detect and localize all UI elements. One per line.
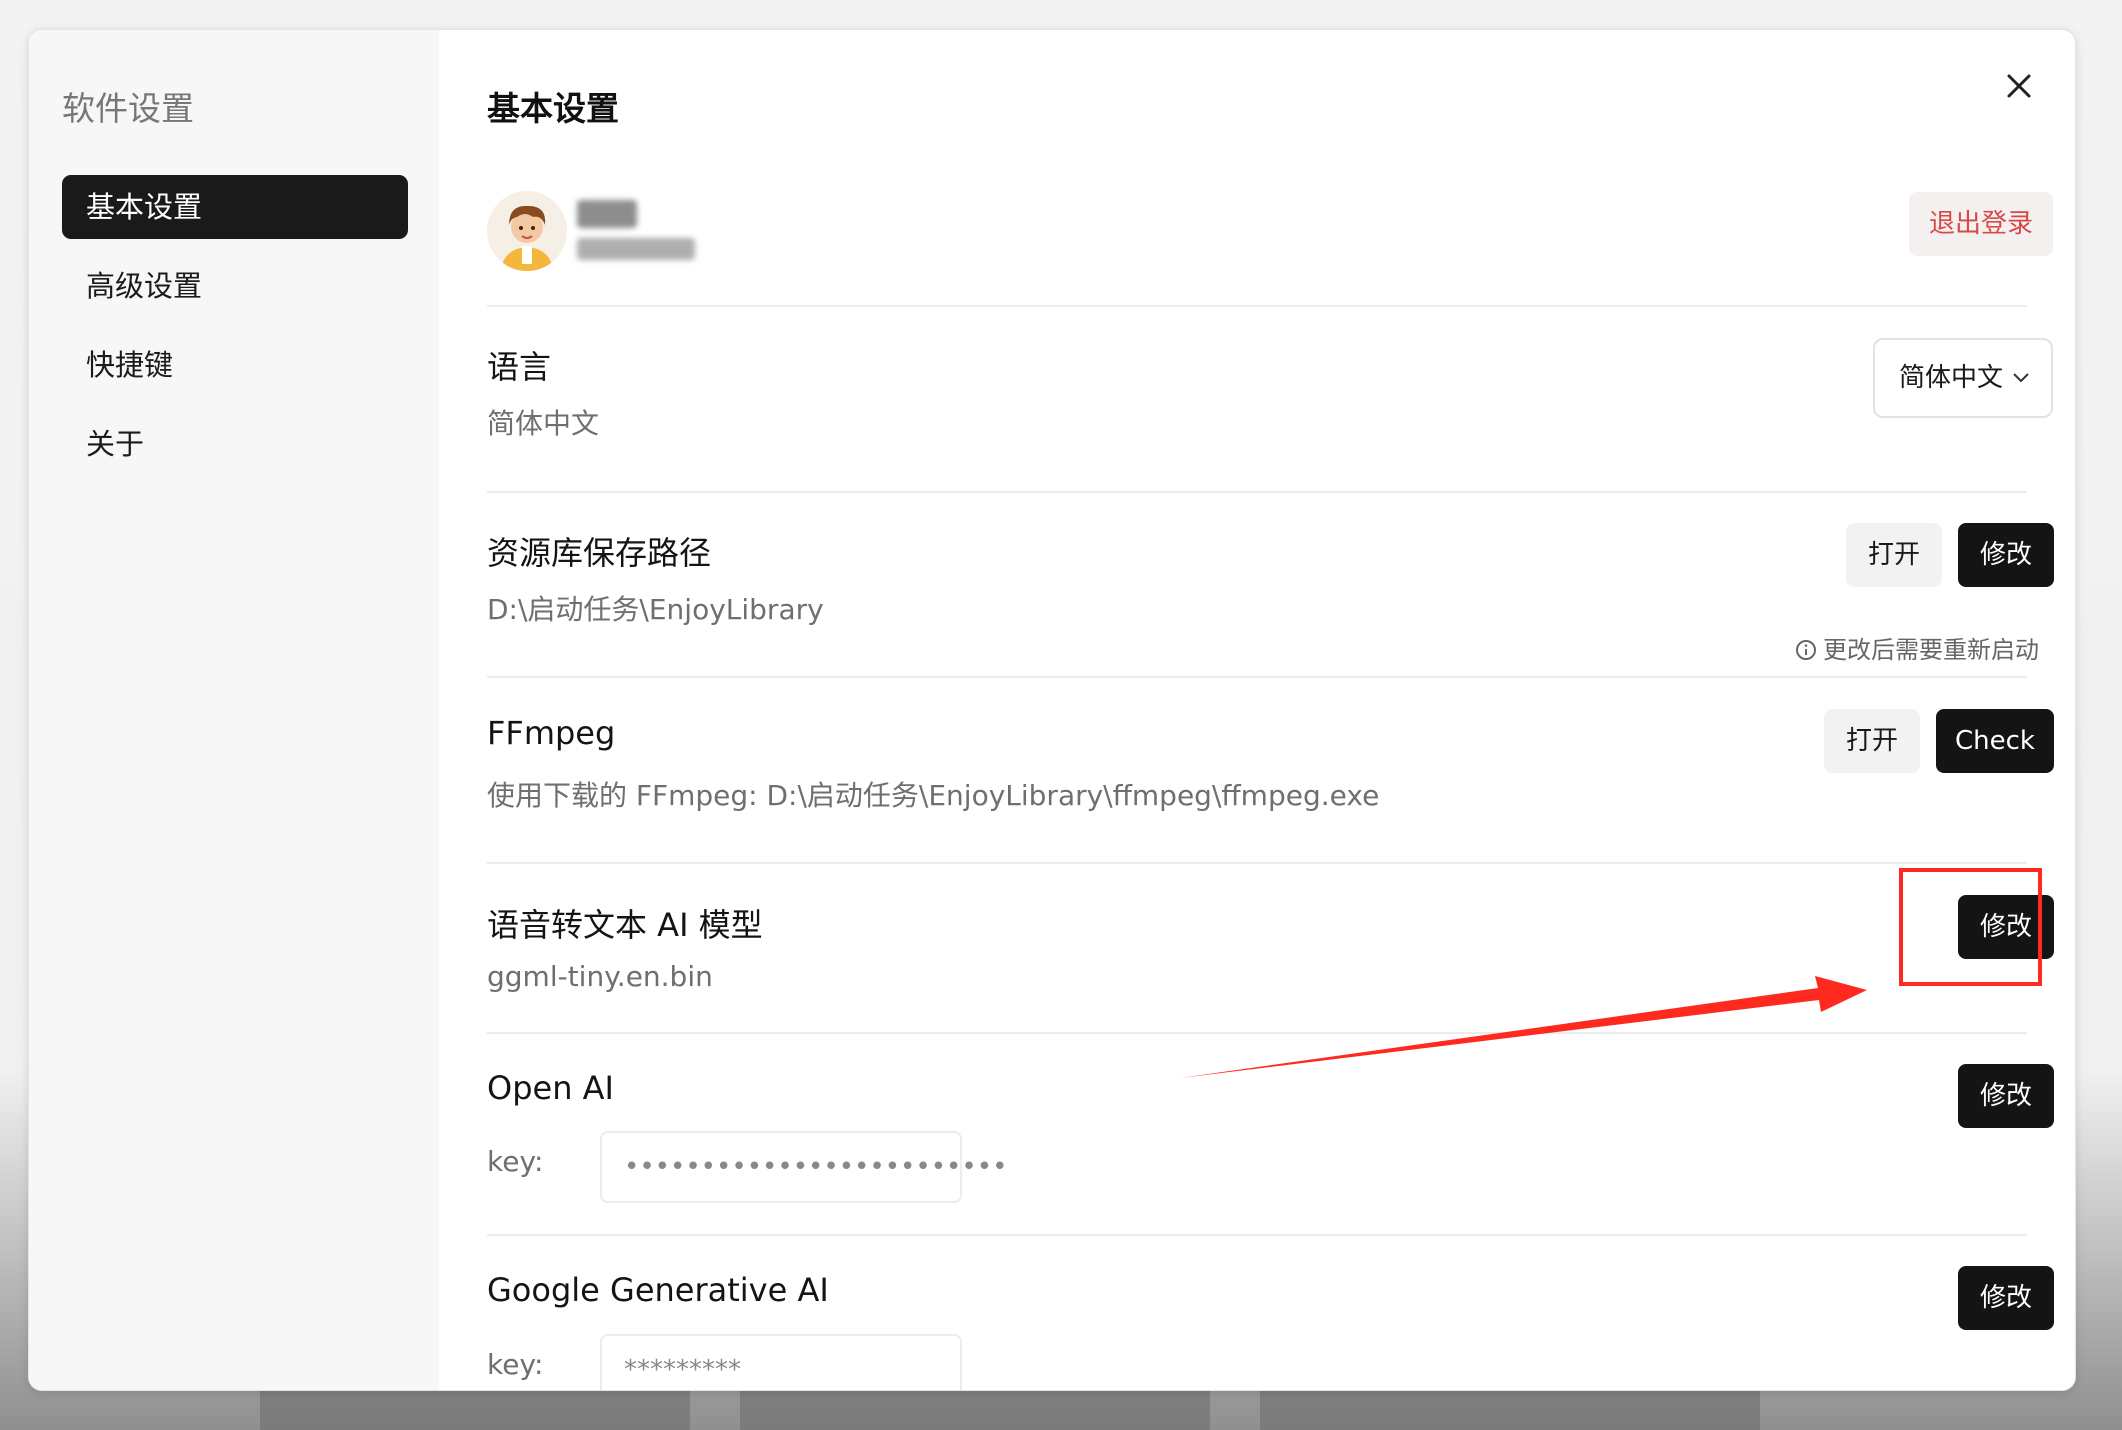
divider <box>487 862 2027 864</box>
sidebar-item-shortcuts[interactable]: 快捷键 <box>62 333 408 397</box>
library-modify-button[interactable]: 修改 <box>1958 523 2054 587</box>
settings-sidebar: 软件设置 基本设置 高级设置 快捷键 关于 <box>29 30 439 1390</box>
ffmpeg-check-button[interactable]: Check <box>1936 709 2054 773</box>
openai-modify-button[interactable]: 修改 <box>1958 1064 2054 1128</box>
google-ai-modify-button[interactable]: 修改 <box>1958 1266 2054 1330</box>
stt-model-value: ggml-tiny.en.bin <box>487 960 713 993</box>
google-ai-title: Google Generative AI <box>487 1271 829 1309</box>
restart-hint-text: 更改后需要重新启动 <box>1823 636 2039 664</box>
google-ai-key-field[interactable]: ********* <box>600 1334 962 1390</box>
library-path-value: D:\启动任务\EnjoyLibrary <box>487 593 824 626</box>
sidebar-item-advanced[interactable]: 高级设置 <box>62 254 408 318</box>
ffmpeg-open-button[interactable]: 打开 <box>1824 709 1920 773</box>
sidebar-item-basic[interactable]: 基本设置 <box>62 175 408 239</box>
divider <box>487 305 2027 307</box>
sidebar-item-about[interactable]: 关于 <box>62 412 408 476</box>
restart-hint: 更改后需要重新启动 <box>1795 630 2039 665</box>
page-title: 基本设置 <box>487 89 619 128</box>
username-redacted <box>577 200 637 228</box>
settings-dialog: 软件设置 基本设置 高级设置 快捷键 关于 基本设置 退出登录 语言 简体中文 … <box>28 29 2076 1391</box>
openai-key-field[interactable]: ••••••••••••••••••••••••• <box>600 1131 1007 1203</box>
annotation-highlight-box <box>1899 868 2042 986</box>
stt-model-title: 语音转文本 AI 模型 <box>487 906 763 944</box>
logout-button[interactable]: 退出登录 <box>1909 192 2053 256</box>
settings-main: 基本设置 退出登录 语言 简体中文 简体中文 资源库保存路径 D:\启动任务\E… <box>439 30 2075 1390</box>
ffmpeg-value: 使用下载的 FFmpeg: D:\启动任务\EnjoyLibrary\ffmpe… <box>487 779 1380 812</box>
close-icon[interactable] <box>1999 66 2039 106</box>
avatar-illustration-icon <box>487 191 567 271</box>
google-ai-key-label: key: <box>487 1348 544 1381</box>
language-select[interactable]: 简体中文 <box>1873 338 2053 418</box>
language-title: 语言 <box>487 348 552 386</box>
email-redacted <box>577 238 695 260</box>
language-value: 简体中文 <box>487 407 600 440</box>
language-select-value: 简体中文 <box>1899 363 2004 393</box>
divider <box>487 1234 2027 1236</box>
library-path-title: 资源库保存路径 <box>487 534 712 572</box>
openai-title: Open AI <box>487 1069 614 1107</box>
divider <box>487 676 2027 678</box>
info-icon <box>1796 640 1816 660</box>
library-open-button[interactable]: 打开 <box>1846 523 1942 587</box>
ffmpeg-title: FFmpeg <box>487 714 616 752</box>
chevron-down-icon <box>2013 373 2029 383</box>
openai-key-label: key: <box>487 1145 544 1178</box>
divider <box>487 491 2027 493</box>
user-avatar <box>487 191 567 271</box>
divider <box>487 1032 2027 1034</box>
sidebar-title: 软件设置 <box>62 89 194 128</box>
